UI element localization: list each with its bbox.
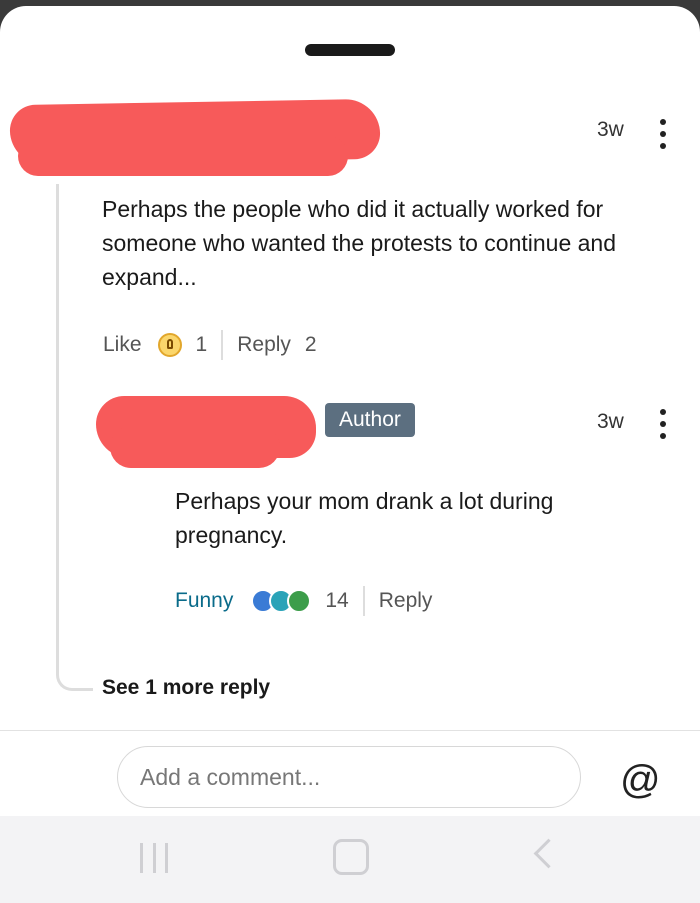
author-badge: Author bbox=[325, 403, 415, 437]
divider bbox=[221, 330, 224, 360]
comments-sheet: 3w Perhaps the people who did it actuall… bbox=[0, 6, 700, 816]
reaction-count[interactable]: 1 bbox=[196, 333, 208, 357]
lightbulb-icon bbox=[157, 333, 182, 357]
more-options-icon[interactable] bbox=[658, 409, 668, 439]
funny-reaction-button[interactable]: Funny bbox=[175, 589, 233, 613]
reply-text: Perhaps your mom drank a lot during preg… bbox=[175, 488, 554, 548]
comment-timestamp: 3w bbox=[597, 118, 624, 141]
like-button[interactable]: Like bbox=[103, 333, 142, 357]
thread-line bbox=[56, 184, 93, 691]
mention-icon[interactable]: @ bbox=[620, 758, 661, 802]
home-icon[interactable] bbox=[333, 839, 369, 875]
see-more-replies-link[interactable]: See 1 more reply bbox=[102, 676, 270, 700]
reply-count[interactable]: 2 bbox=[305, 333, 317, 357]
divider bbox=[362, 586, 365, 616]
recent-apps-icon[interactable] bbox=[140, 843, 168, 873]
comment-input[interactable]: Add a comment... bbox=[117, 746, 581, 808]
redacted-username bbox=[18, 136, 348, 176]
reaction-icons[interactable] bbox=[251, 589, 312, 613]
drag-handle[interactable] bbox=[305, 44, 395, 56]
reply-button[interactable]: Reply bbox=[379, 589, 433, 613]
reply-button[interactable]: Reply bbox=[237, 333, 291, 357]
clap-icon bbox=[287, 589, 312, 613]
redacted-username bbox=[110, 426, 280, 468]
more-options-icon[interactable] bbox=[658, 119, 668, 149]
composer-divider bbox=[0, 730, 700, 731]
comment-timestamp: 3w bbox=[597, 410, 624, 433]
comment-actions: Like 1 Reply 2 bbox=[103, 330, 317, 360]
reaction-count[interactable]: 14 bbox=[325, 589, 348, 613]
comment-text: Perhaps the people who did it actually w… bbox=[102, 196, 617, 290]
reply-actions: Funny 14 Reply bbox=[175, 586, 432, 616]
